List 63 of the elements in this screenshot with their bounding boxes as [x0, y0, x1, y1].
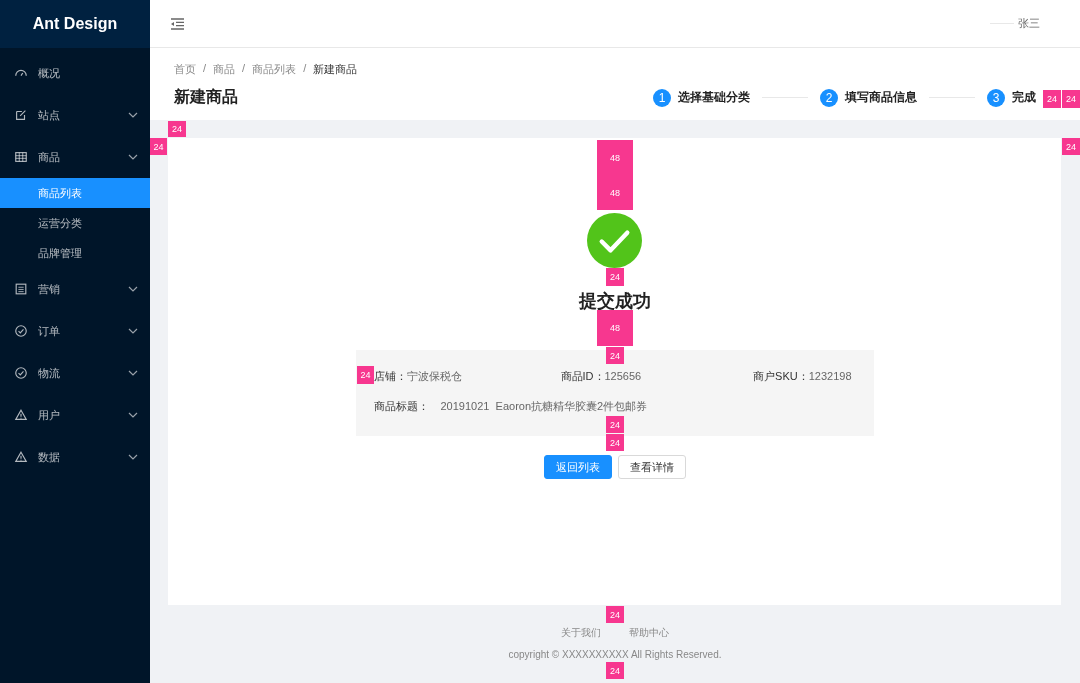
spacing-annotation: 24 — [606, 662, 624, 679]
check-circle-icon — [14, 366, 28, 380]
menu-item[interactable]: 用户 — [0, 394, 150, 436]
spacing-annotation: 48 — [597, 310, 633, 346]
spacing-annotation: 24 — [606, 347, 624, 364]
step-number: 3 — [987, 88, 1005, 107]
menu-fold-icon[interactable] — [170, 17, 185, 30]
menu-item[interactable]: 商品 — [0, 136, 150, 178]
menu-item[interactable]: 营销 — [0, 268, 150, 310]
step-number: 1 — [653, 88, 671, 107]
logo-text: Ant Design — [0, 0, 150, 48]
check-circle-icon — [14, 324, 28, 338]
chevron-down-icon — [128, 286, 138, 292]
success-check-icon — [587, 213, 642, 268]
breadcrumb-link[interactable]: 商品列表 — [252, 62, 297, 77]
edit-icon — [14, 108, 28, 122]
info-field: 商品ID：125656 — [560, 369, 754, 384]
chevron-down-icon — [128, 370, 138, 376]
breadcrumb-separator: / — [242, 62, 246, 76]
spacing-annotation: 24 — [606, 434, 624, 451]
step-title: 完成 — [1012, 89, 1036, 106]
spacing-annotation: 24 — [357, 366, 374, 384]
breadcrumb-link[interactable]: 商品 — [213, 62, 236, 77]
menu-item[interactable]: 物流 — [0, 352, 150, 394]
view-details-button[interactable]: 查看详情 — [617, 455, 686, 479]
step-title: 填写商品信息 — [845, 89, 917, 106]
spacing-annotation: 24 — [606, 606, 624, 623]
chevron-down-icon — [128, 112, 138, 118]
spacing-annotation: 48 — [597, 175, 633, 210]
spacing-annotation: 24 — [1062, 138, 1080, 155]
breadcrumb-separator: / — [303, 62, 307, 76]
warning-icon — [14, 408, 28, 422]
submenu-item[interactable]: 品牌管理 — [0, 238, 150, 268]
chevron-down-icon — [128, 154, 138, 160]
chevron-down-icon — [128, 454, 138, 460]
menu-item[interactable]: 概况 — [0, 52, 150, 94]
menu-item[interactable]: 站点 — [0, 94, 150, 136]
spacing-annotation: 24 — [150, 138, 167, 155]
table-icon — [14, 150, 28, 164]
submenu-item[interactable]: 运营分类 — [0, 208, 150, 238]
step-title: 选择基础分类 — [678, 89, 750, 106]
user-name[interactable]: 张三 — [1018, 16, 1040, 31]
info-field: 商户SKU：1232198 — [753, 369, 852, 384]
chevron-down-icon — [128, 412, 138, 418]
info-field: 商品标题： 20191021 Eaoron抗糖精华胶囊2件包邮券 — [373, 399, 852, 414]
spacing-annotation: 24 — [1062, 90, 1080, 108]
info-field: 店铺：宁波保税仓 — [373, 369, 561, 384]
spacing-annotation: 24 — [168, 121, 186, 137]
menu-item[interactable]: 数据 — [0, 436, 150, 478]
list-icon — [14, 282, 28, 296]
spacing-annotation: 48 — [597, 140, 633, 175]
copyright-text: copyright © XXXXXXXXXX All Rights Reserved. — [508, 649, 722, 660]
spacing-annotation: 24 — [1043, 90, 1061, 108]
breadcrumb-separator: / — [203, 62, 207, 76]
spacing-annotation: 24 — [606, 416, 624, 433]
chevron-down-icon — [128, 328, 138, 334]
page-title: 新建商品 — [174, 87, 238, 107]
spacing-annotation: 24 — [606, 268, 624, 286]
menu-item[interactable]: 订单 — [0, 310, 150, 352]
breadcrumb-link[interactable]: 首页 — [174, 62, 196, 77]
warning-icon — [14, 450, 28, 464]
result-title: 提交成功 — [578, 290, 651, 313]
step-number: 2 — [820, 88, 838, 107]
